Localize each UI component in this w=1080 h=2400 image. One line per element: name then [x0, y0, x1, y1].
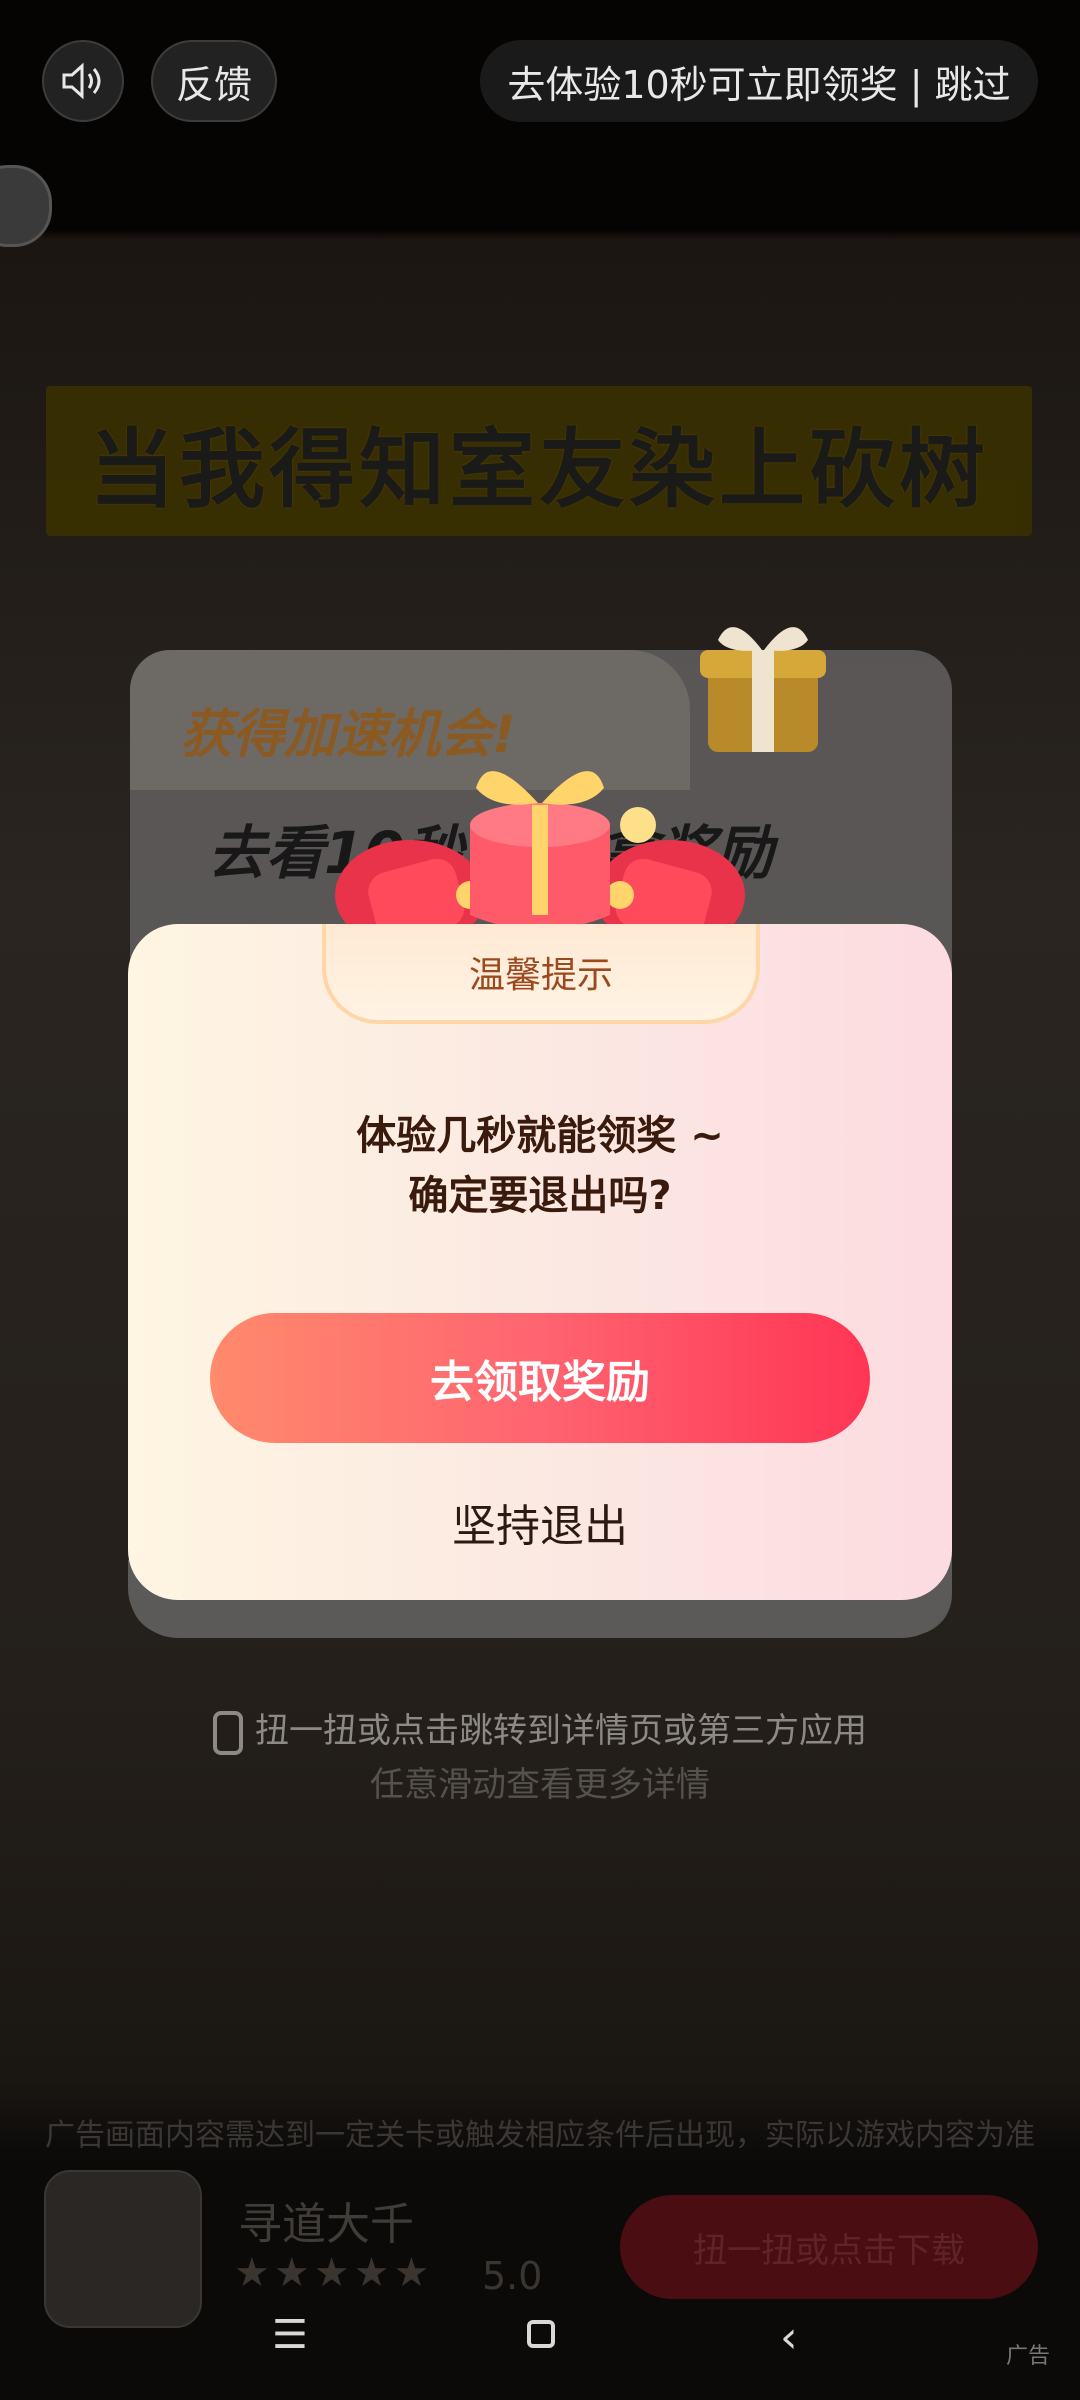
dialog-message: 体验几秒就能领奖 ~ 确定要退出吗?	[128, 1106, 952, 1226]
swipe-hint: 任意滑动查看更多详情	[370, 1765, 710, 1805]
claim-reward-button[interactable]: 去领取奖励	[210, 1313, 870, 1443]
gift-decoration-icon	[335, 771, 745, 945]
shake-hint-text: 扭一扭或点击跳转到详情页或第三方应用	[255, 1711, 867, 1751]
quit-button[interactable]: 坚持退出	[128, 1490, 952, 1554]
download-button[interactable]: 扭一扭或点击下载	[620, 2195, 1038, 2299]
feedback-button[interactable]: 反馈	[151, 40, 277, 122]
ad-disclaimer: 广告画面内容需达到一定关卡或触发相应条件后出现，实际以游戏内容为准	[45, 2118, 1035, 2153]
gift-icon	[700, 627, 826, 752]
skip-button[interactable]: 去体验10秒可立即领奖 | 跳过	[480, 40, 1038, 122]
home-icon[interactable]	[527, 2320, 555, 2348]
menu-icon[interactable]: ☰	[272, 2312, 308, 2358]
app-name: 寻道大千	[238, 2199, 414, 2250]
video-headline: 当我得知室友染上砍树	[89, 419, 989, 520]
rating-stars: ★★★★★	[234, 2250, 434, 2296]
dialog-message-line1: 体验几秒就能领奖 ~	[356, 1113, 724, 1159]
sound-toggle-button[interactable]	[42, 40, 124, 122]
app-icon[interactable]	[44, 2170, 202, 2328]
rating-value: 5.0	[482, 2254, 543, 2298]
dialog-message-line2: 确定要退出吗?	[408, 1173, 672, 1219]
phone-shake-icon	[213, 1710, 243, 1755]
shake-hint: 扭一扭或点击跳转到详情页或第三方应用	[0, 1703, 1080, 1755]
speaker-icon	[62, 62, 101, 100]
video-headline-band: 当我得知室友染上砍树	[46, 386, 1032, 536]
back-icon[interactable]: ‹	[780, 2312, 798, 2363]
dialog-title: 温馨提示	[322, 924, 760, 1024]
ad-label: 广告	[1005, 2344, 1050, 2369]
